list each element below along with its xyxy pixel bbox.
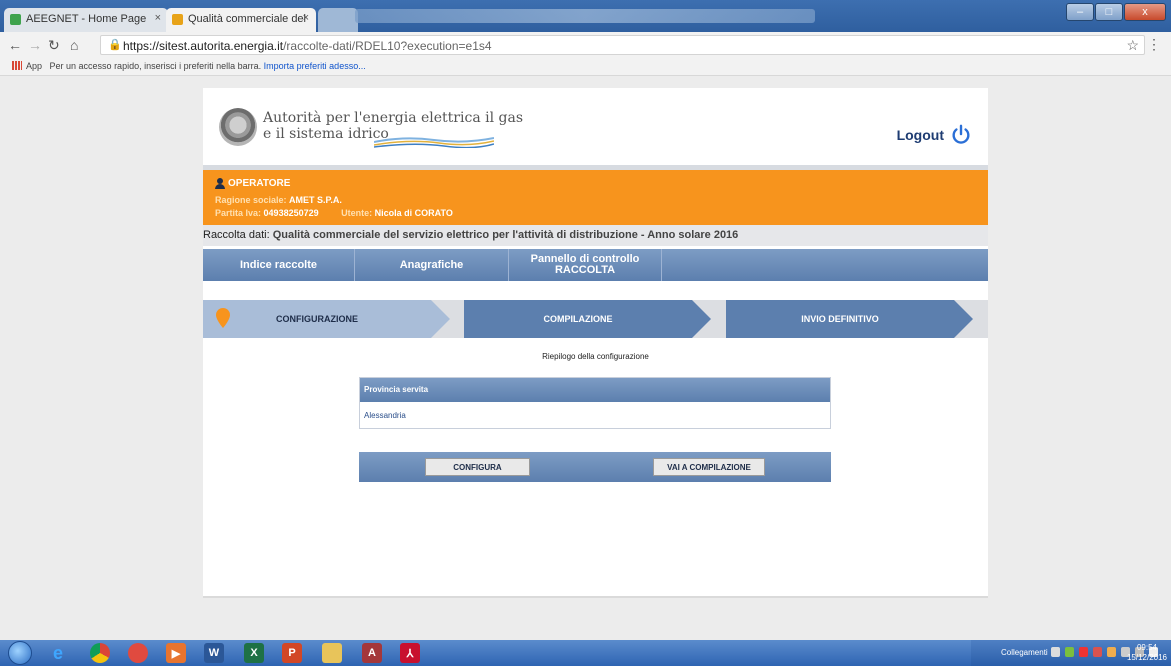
close-tab-icon[interactable]: × — [303, 12, 309, 24]
tray-app-icon[interactable] — [1065, 647, 1074, 657]
address-bar-row: ← → ↻ ⌂ 🔒 https://sitest.autorita.energi… — [0, 32, 1171, 58]
site-favicon-icon — [10, 14, 21, 25]
window-title-blurred — [355, 9, 815, 23]
apps-grid-icon — [12, 61, 22, 70]
operator-title: OPERATORE — [228, 178, 291, 189]
bookmarks-hint: Per un accesso rapido, inserisci i prefe… — [49, 61, 262, 71]
reload-icon[interactable]: ↻ — [48, 37, 60, 54]
access-icon[interactable]: A — [362, 643, 382, 663]
logo-wave-icon — [374, 137, 494, 148]
media-player-icon[interactable]: ▶ — [166, 643, 186, 663]
clock-time: 09:54 — [1136, 643, 1157, 652]
file-explorer-icon[interactable] — [322, 643, 342, 663]
logo-line-1: Autorità per l'energia elettrica il gas — [263, 110, 524, 126]
web-page: Autorità per l'energia elettrica il gas … — [203, 88, 988, 598]
operator-panel: OPERATORE Ragione sociale: AMET S.P.A. P… — [203, 170, 988, 225]
new-tab-button[interactable] — [318, 8, 358, 32]
table-header-provincia: Provincia servita — [360, 378, 830, 402]
mail-app-icon[interactable] — [128, 643, 148, 663]
partita-iva-label: Partita Iva: — [215, 208, 262, 218]
tray-app-icon[interactable] — [1093, 647, 1102, 657]
start-button[interactable] — [8, 641, 32, 665]
tab-qualita-commerciale[interactable]: Qualità commerciale del × — [166, 8, 316, 32]
map-marker-icon — [216, 308, 230, 328]
menu-pannello-controllo[interactable]: Pannello di controllo RACCOLTA — [509, 249, 662, 281]
close-tab-icon[interactable]: × — [155, 12, 161, 24]
bookmark-star-icon[interactable]: ☆ — [1126, 37, 1139, 54]
step-invio-definitivo[interactable]: INVIO DEFINITIVO — [726, 300, 973, 338]
powerpoint-icon[interactable]: P — [282, 643, 302, 663]
apps-link[interactable]: App — [26, 61, 42, 71]
system-tray: Collegamenti 09:54 15/12/2016 — [971, 640, 1171, 666]
utente-label: Utente: — [341, 208, 373, 218]
minimize-button[interactable]: – — [1066, 3, 1094, 21]
lock-icon: 🔒 — [108, 39, 122, 51]
progress-stepper: CONFIGURAZIONE COMPILAZIONE INVIO DEFINI… — [203, 300, 988, 338]
partita-iva-value: 04938250729 — [263, 208, 319, 218]
word-icon[interactable]: W — [204, 643, 224, 663]
raccolta-title: Qualità commerciale del servizio elettri… — [272, 229, 739, 241]
tray-app-icon[interactable] — [1107, 647, 1116, 657]
vai-a-compilazione-button[interactable]: VAI A COMPILAZIONE — [653, 458, 765, 476]
menu-anagrafiche[interactable]: Anagrafiche — [355, 249, 509, 281]
menu-filler — [662, 249, 988, 281]
tray-app-icon[interactable] — [1051, 647, 1060, 657]
step-configurazione[interactable]: CONFIGURAZIONE — [203, 300, 450, 338]
republic-emblem-icon — [219, 108, 257, 146]
home-icon[interactable]: ⌂ — [70, 37, 78, 53]
main-menu: Indice raccolte Anagrafiche Pannello di … — [203, 249, 988, 281]
windows-taskbar: e ▶ W X P A ⅄ Collegamenti 09:54 15/12/2… — [0, 640, 1171, 666]
ragione-sociale-value: AMET S.P.A. — [289, 195, 342, 205]
menu-indice-raccolte[interactable]: Indice raccolte — [203, 249, 355, 281]
ragione-sociale-label: Ragione sociale: — [215, 195, 287, 205]
import-bookmarks-link[interactable]: Importa preferiti adesso... — [264, 61, 366, 71]
browser-tab-bar: AEEGNET - Home Page × Qualità commercial… — [0, 0, 1171, 32]
acrobat-icon[interactable]: ⅄ — [400, 643, 420, 663]
raccolta-label: Raccolta dati: — [203, 229, 270, 241]
configuration-table: Provincia servita Alessandria — [359, 377, 831, 429]
taskbar-clock[interactable]: 09:54 15/12/2016 — [1127, 643, 1167, 663]
user-icon — [215, 178, 225, 189]
logout-button[interactable]: Logout — [897, 124, 972, 146]
action-bar: CONFIGURA VAI A COMPILAZIONE — [359, 452, 831, 482]
maximize-button[interactable]: □ — [1095, 3, 1123, 21]
raccolta-title-bar: Raccolta dati: Qualità commerciale del s… — [203, 225, 988, 246]
tray-app-icon[interactable] — [1079, 647, 1088, 657]
back-arrow-icon[interactable]: ← — [8, 37, 22, 53]
site-favicon-icon — [172, 14, 183, 25]
browser-menu-icon[interactable]: ⋮ — [1147, 36, 1161, 53]
close-window-button[interactable]: x — [1124, 3, 1166, 21]
excel-icon[interactable]: X — [244, 643, 264, 663]
clock-date: 15/12/2016 — [1126, 653, 1167, 662]
tray-collegamenti[interactable]: Collegamenti — [1001, 648, 1048, 657]
configura-button[interactable]: CONFIGURA — [425, 458, 530, 476]
tab-aeegnet-home[interactable]: AEEGNET - Home Page × — [4, 8, 168, 32]
power-icon — [952, 124, 970, 144]
forward-arrow-icon[interactable]: → — [28, 37, 42, 53]
window-controls: – □ x — [1066, 3, 1166, 21]
internet-explorer-icon[interactable]: e — [48, 643, 68, 663]
chrome-icon[interactable] — [90, 643, 110, 663]
bookmarks-bar: App Per un accesso rapido, inserisci i p… — [0, 58, 1171, 76]
table-cell-provincia: Alessandria — [360, 402, 830, 428]
utente-value: Nicola di CORATO — [374, 208, 453, 218]
step-compilazione[interactable]: COMPILAZIONE — [464, 300, 711, 338]
summary-title: Riepilogo della configurazione — [542, 352, 649, 361]
url-input[interactable]: 🔒 https://sitest.autorita.energia.it/rac… — [100, 35, 1145, 55]
